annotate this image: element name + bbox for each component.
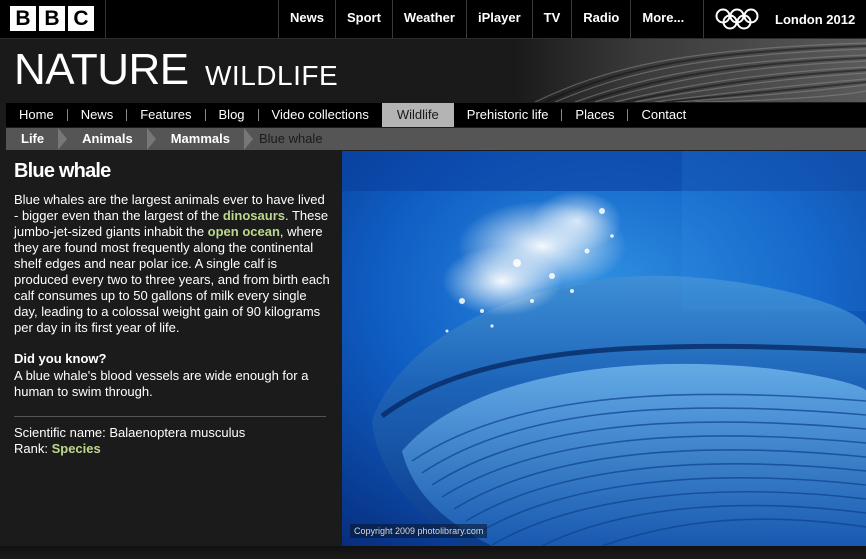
global-nav-tv[interactable]: TV [531, 0, 572, 38]
bbc-logo-letter: B [10, 6, 36, 31]
masthead-subtitle[interactable]: WILDLIFE [205, 60, 338, 92]
did-you-know-text: A blue whale's blood vessels are wide en… [14, 368, 309, 399]
global-nav-more[interactable]: More... [630, 0, 695, 38]
masthead-title[interactable]: NATURE [14, 45, 189, 95]
rank-label: Rank: [14, 441, 52, 456]
breadcrumb-chevron-icon [243, 128, 253, 150]
nav-contact[interactable]: Contact [628, 103, 699, 127]
bbc-logo-letter: B [39, 6, 65, 31]
blue-whale-photo: Copyright 2009 photolibrary.com [342, 151, 866, 546]
global-nav: News Sport Weather iPlayer TV Radio More… [278, 0, 695, 38]
masthead: NATURE WILDLIFE [0, 39, 866, 102]
olympic-rings-icon [715, 8, 759, 30]
breadcrumb-life[interactable]: Life [6, 128, 44, 150]
photo-copyright: Copyright 2009 photolibrary.com [350, 524, 488, 538]
open-ocean-link[interactable]: open ocean [208, 224, 280, 239]
breadcrumb: Life Animals Mammals Blue whale [6, 128, 866, 150]
scientific-name: Scientific name: Balaenoptera musculus [14, 425, 246, 440]
rank-line: Rank: Species [14, 441, 101, 457]
nav-features[interactable]: Features [127, 103, 204, 127]
divider [105, 0, 106, 38]
nav-prehistoric-life[interactable]: Prehistoric life [454, 103, 562, 127]
bbc-logo[interactable]: B B C [10, 6, 94, 31]
global-nav-radio[interactable]: Radio [571, 0, 630, 38]
nav-news[interactable]: News [68, 103, 127, 127]
breadcrumb-mammals[interactable]: Mammals [156, 128, 230, 150]
masthead-wave-graphic [515, 39, 866, 102]
did-you-know-heading: Did you know? [14, 351, 107, 366]
page-title: Blue whale [14, 160, 111, 182]
divider [14, 416, 326, 417]
breadcrumb-chevron-icon [146, 128, 156, 150]
bbc-top-bar: B B C News Sport Weather iPlayer TV Radi… [0, 0, 866, 39]
nav-blog[interactable]: Blog [206, 103, 258, 127]
footer-shadow [0, 546, 866, 559]
breadcrumb-animals[interactable]: Animals [67, 128, 133, 150]
whale-image [342, 151, 866, 546]
london-2012-label: London 2012 [775, 11, 856, 27]
breadcrumb-chevron-icon [58, 128, 68, 150]
breadcrumb-current: Blue whale [258, 131, 323, 146]
global-nav-news[interactable]: News [278, 0, 335, 38]
nav-video-collections[interactable]: Video collections [259, 103, 382, 127]
rank-species-link[interactable]: Species [52, 441, 101, 456]
nav-places[interactable]: Places [562, 103, 627, 127]
bbc-logo-letter: C [68, 6, 94, 31]
section-nav: Home News Features Blog Video collection… [6, 103, 866, 127]
global-nav-sport[interactable]: Sport [334, 0, 392, 38]
global-nav-weather[interactable]: Weather [391, 0, 466, 38]
intro-paragraph: Blue whales are the largest animals ever… [14, 192, 332, 336]
species-info-panel: Blue whale Blue whales are the largest a… [6, 151, 342, 546]
nav-home[interactable]: Home [6, 103, 67, 127]
nav-wildlife[interactable]: Wildlife [381, 103, 454, 127]
london-2012-link[interactable]: London 2012 [703, 0, 866, 38]
dinosaurs-link[interactable]: dinosaurs [223, 208, 285, 223]
intro-text: , where they are found most frequently a… [14, 224, 330, 335]
global-nav-iplayer[interactable]: iPlayer [465, 0, 532, 38]
